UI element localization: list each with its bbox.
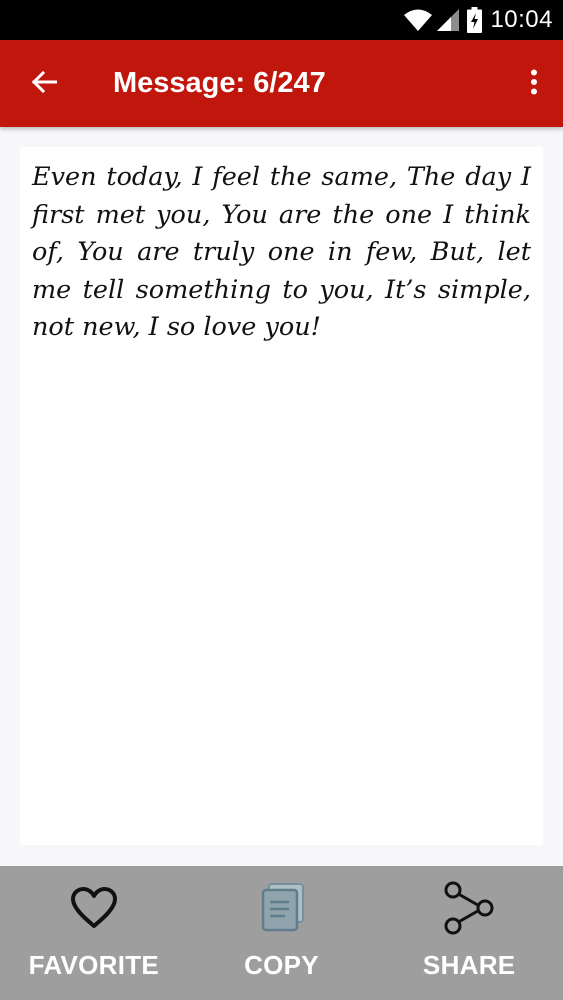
status-bar: 10:04 [0, 0, 563, 40]
back-button[interactable] [20, 60, 68, 108]
favorite-button[interactable]: FAVORITE [0, 866, 188, 1000]
copy-button[interactable]: COPY [188, 866, 376, 1000]
more-vertical-icon [530, 69, 538, 100]
status-icons: 10:04 [403, 0, 553, 40]
share-label: SHARE [422, 950, 516, 980]
copy-icon [252, 880, 312, 936]
heart-outline-icon [64, 880, 124, 936]
favorite-label: FAVORITE [28, 950, 160, 980]
share-button[interactable]: SHARE [375, 866, 563, 1000]
share-icon [439, 880, 499, 936]
page-title: Message: 6/247 [113, 67, 326, 99]
status-time: 10:04 [490, 6, 553, 33]
bottom-action-bar: FAVORITE COPY SHARE [0, 866, 563, 1000]
arrow-left-icon [31, 70, 58, 99]
copy-label: COPY [244, 950, 319, 980]
wifi-icon [403, 8, 433, 32]
message-text: Even today, I feel the same, The day I f… [32, 162, 531, 342]
message-card: Even today, I feel the same, The day I f… [20, 147, 543, 845]
battery-charging-icon [467, 7, 483, 33]
app-bar: Message: 6/247 [0, 40, 563, 127]
overflow-menu-button[interactable] [519, 60, 549, 108]
signal-icon [437, 8, 460, 32]
